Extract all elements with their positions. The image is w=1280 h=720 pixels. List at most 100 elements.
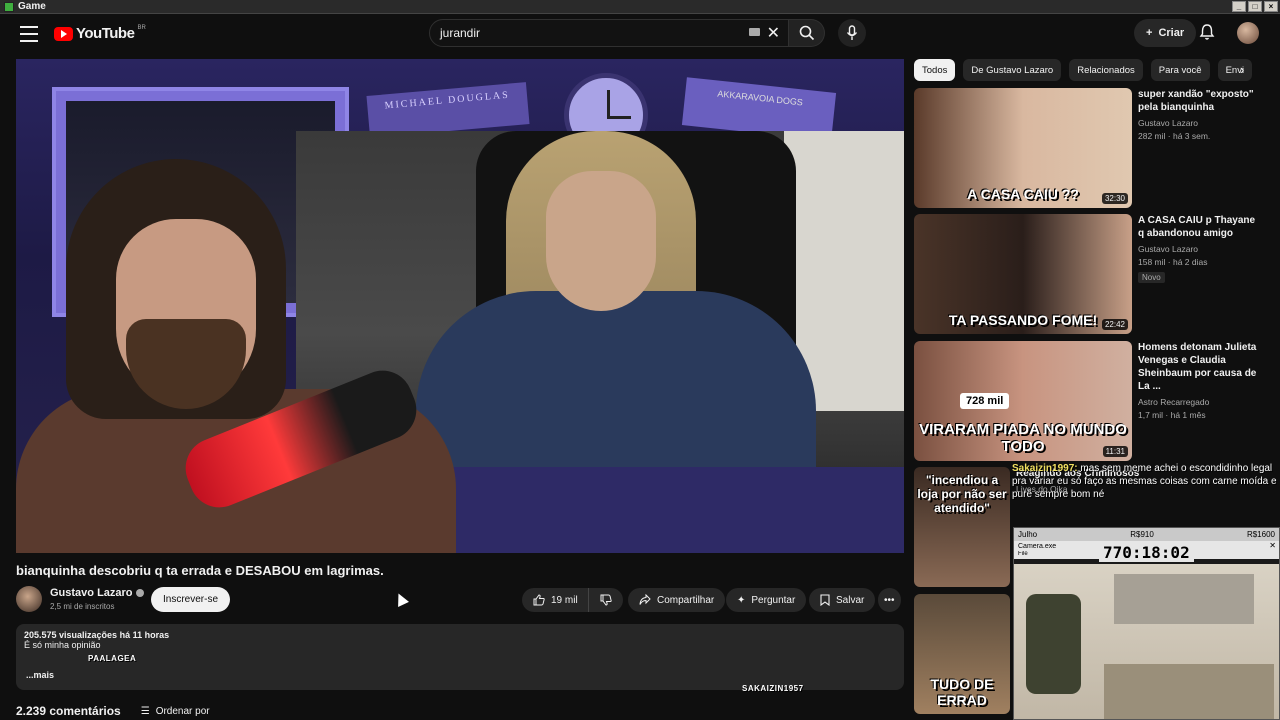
window-titlebar: Game _ □ × (0, 0, 1280, 14)
thumbnail-caption: VIRARAM PIADA NO MUNDO TODO (919, 421, 1127, 455)
new-badge: Novo (1138, 272, 1165, 283)
chevron-right-icon[interactable]: › (1240, 62, 1244, 77)
recommendation-channel[interactable]: Gustavo Lazaro (1138, 117, 1260, 130)
stream-chat-overlay: Sakaizin1997: mas sem meme achei o escon… (1012, 462, 1280, 522)
chip-todos[interactable]: Todos (914, 59, 956, 81)
view-count: 205.575 visualizações (24, 630, 118, 640)
close-window-button[interactable]: × (1264, 1, 1278, 12)
recommendation-channel[interactable]: Astro Recarregado (1138, 396, 1260, 409)
recommendation-item[interactable]: A CASA CAIU ?? 32:30 super xandão "expos… (914, 88, 1260, 208)
recommendation-thumbnail[interactable]: TA PASSANDO FOME! 22:42 (914, 214, 1132, 334)
notifications-bell-icon[interactable] (1199, 23, 1215, 41)
create-label: Criar (1158, 27, 1185, 39)
channel-avatar[interactable] (16, 586, 42, 612)
description-text: É só minha opinião (24, 640, 101, 650)
share-label: Compartilhar (657, 594, 715, 606)
microphone-icon (846, 25, 858, 40)
camera-window-title: Camera.exe (1018, 542, 1057, 550)
more-actions-button[interactable]: ••• (878, 588, 901, 612)
upload-time: há 11 horas (119, 630, 170, 640)
sort-comments-button[interactable]: ☰ Ordenar por (141, 706, 210, 717)
chip-related[interactable]: Relacionados (1069, 59, 1143, 81)
donation-amount-2: R$1600 (1246, 530, 1275, 539)
voice-search-button[interactable] (838, 19, 866, 47)
create-button[interactable]: + Criar (1134, 19, 1197, 47)
sort-label: Ordenar por (155, 705, 210, 717)
recommendation-thumbnail[interactable]: TUDO DE ERRAD (914, 594, 1010, 714)
search-button[interactable] (789, 19, 825, 47)
recommendation-thumbnail[interactable]: VIRARAM PIADA NO MUNDO TODO 728 mil 11:3… (914, 341, 1132, 461)
ask-label: Perguntar (751, 594, 796, 606)
donation-user: Julho (1018, 530, 1038, 539)
comment-count: 2.239 comentários (16, 704, 121, 718)
share-action: Compartilhar (628, 588, 726, 612)
camera-window[interactable]: Julho R$910 R$1600 Camera.exe ✕ File 770… (1013, 527, 1280, 720)
subscriber-count: 2,5 mi de inscritos (50, 602, 115, 611)
minimize-button[interactable]: _ (1232, 1, 1246, 12)
chat-username: Sakaizin1997: (1012, 463, 1078, 474)
logo-text: YouTube (76, 25, 135, 42)
youtube-play-icon (54, 26, 73, 41)
overlay-tag-right: SAKAIZIN1957 (742, 684, 804, 693)
recommendation-stats: 158 mil · há 2 dias (1138, 257, 1208, 267)
description-box[interactable]: 205.575 visualizações há 11 horas É só m… (16, 624, 904, 690)
like-button[interactable]: 19 mil (522, 588, 589, 612)
recommendation-title[interactable]: A CASA CAIU p Thayane q abandonou amigo (1138, 214, 1260, 240)
recommendation-thumbnail[interactable]: "incendiou a loja por não ser atendido" (914, 467, 1010, 587)
dislike-button[interactable] (589, 588, 623, 612)
masthead: YouTube BR jurandir ✕ + Criar (0, 14, 1280, 56)
show-more-link[interactable]: ...mais (26, 670, 54, 680)
chip-uploaded[interactable]: Envi (1217, 59, 1253, 81)
save-action: Salvar (809, 588, 876, 612)
subscribe-button[interactable]: Inscrever-se (151, 587, 231, 612)
app-icon (4, 1, 14, 12)
youtube-logo[interactable]: YouTube BR (54, 25, 146, 42)
recommendation-stats: 1,7 mil · há 1 mês (1138, 410, 1206, 420)
menu-icon[interactable] (20, 26, 38, 42)
thumbnail-like-badge: 728 mil (960, 393, 1010, 409)
video-title: bianquinha descobriu q ta errada e DESAB… (16, 563, 384, 578)
more-action: ••• (878, 588, 901, 612)
mouse-cursor-icon (393, 591, 409, 607)
recommendation-item[interactable]: VIRARAM PIADA NO MUNDO TODO 728 mil 11:3… (914, 341, 1260, 461)
donation-amount-1: R$910 (1130, 530, 1154, 539)
share-button[interactable]: Compartilhar (628, 588, 726, 612)
video-player[interactable]: MICHAEL DOUGLAS AKKARAVOIA DOGS (16, 59, 904, 553)
camera-close-icon[interactable]: ✕ (1269, 541, 1276, 550)
recommendation-item[interactable]: TA PASSANDO FOME! 22:42 A CASA CAIU p Th… (914, 214, 1260, 334)
comments-header: 2.239 comentários ☰ Ordenar por (16, 704, 210, 718)
like-dislike-group: 19 mil (522, 588, 623, 612)
recommendation-thumbnail[interactable]: A CASA CAIU ?? 32:30 (914, 88, 1132, 208)
window-title: Game (18, 1, 46, 12)
clear-search-icon[interactable]: ✕ (767, 23, 780, 43)
ask-action: ✦ Perguntar (726, 588, 807, 612)
maximize-button[interactable]: □ (1248, 1, 1262, 12)
recommendation-chips: Todos De Gustavo Lazaro Relacionados Par… (914, 59, 1260, 81)
thumbs-down-icon (600, 594, 612, 606)
recommendation-stats: 282 mil · há 3 sem. (1138, 131, 1211, 141)
keyboard-icon[interactable] (749, 28, 760, 36)
desk-scene (436, 467, 904, 553)
save-button[interactable]: Salvar (809, 588, 876, 612)
chip-for-you[interactable]: Para você (1150, 59, 1210, 81)
chip-channel[interactable]: De Gustavo Lazaro (963, 59, 1062, 81)
user-avatar[interactable] (1237, 22, 1259, 44)
search-query: jurandir (440, 26, 481, 40)
duration-badge: 11:31 (1102, 446, 1128, 457)
thumbnail-caption: A CASA CAIU ?? (967, 186, 1079, 202)
recommendation-channel[interactable]: Gustavo Lazaro (1138, 243, 1260, 256)
sort-icon: ☰ (140, 705, 150, 717)
more-dots-icon: ••• (884, 594, 895, 606)
search-icon (799, 25, 814, 41)
thumbnail-caption: "incendiou a loja por não ser atendido" (917, 473, 1007, 515)
recommendation-title[interactable]: Homens detonam Julieta Venegas e Claudia… (1138, 341, 1260, 393)
search-input[interactable]: jurandir ✕ (429, 19, 789, 47)
camera-feed (1014, 564, 1279, 719)
verified-icon (135, 589, 144, 597)
stream-timer: 770:18:02 (1099, 543, 1194, 562)
channel-name[interactable]: Gustavo Lazaro (50, 587, 144, 599)
channel-name-text: Gustavo Lazaro (50, 587, 133, 599)
window-controls: _ □ × (1232, 1, 1278, 12)
recommendation-title[interactable]: super xandão "exposto" pela bianquinha (1138, 88, 1260, 114)
ask-button[interactable]: ✦ Perguntar (726, 588, 807, 612)
